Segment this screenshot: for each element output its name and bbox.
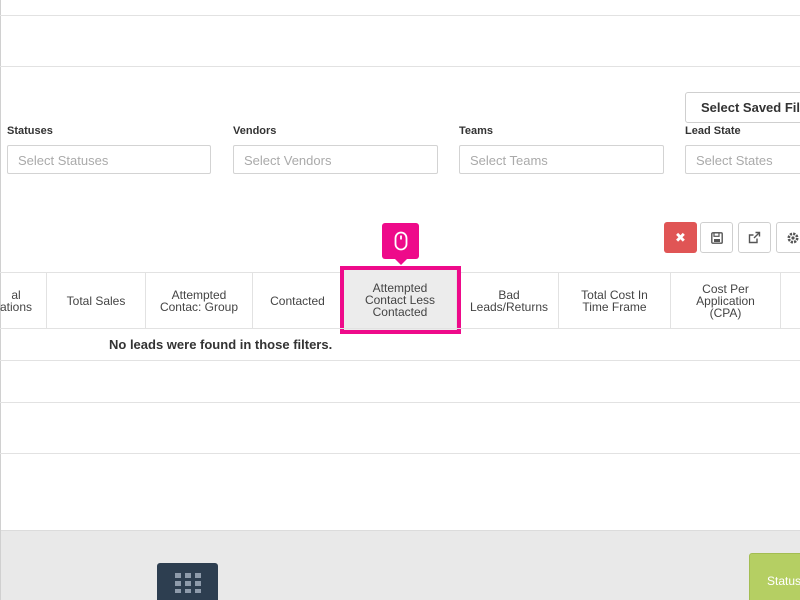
external-link-icon [748,231,761,244]
column-header-line: Contacted [270,293,325,308]
column-header-contacted[interactable]: Contacted [253,273,343,328]
mouse-icon [394,231,407,251]
column-header-cost-per-application[interactable]: Cost Per Application (CPA) [671,273,781,328]
column-header-bad-leads-returns[interactable]: Bad Leads/Returns [460,273,559,328]
select-saved-filter-button[interactable]: Select Saved Filt [685,92,800,123]
column-header-line: Application [696,293,755,308]
column-header-line: (CPA) [709,305,742,320]
column-header-line: Attempted [171,287,227,302]
column-header-attempted-contact-group[interactable]: Attempted Contac: Group [146,273,253,328]
column-header-line: al [11,287,21,302]
export-button[interactable] [738,222,771,253]
lead-state-label: Lead State [685,125,741,137]
statuses-select[interactable]: Select Statuses [7,145,211,174]
column-header-line: Leads/Returns [469,299,549,314]
table-divider-3 [0,453,800,454]
teams-label: Teams [459,125,494,137]
column-header-total-sales[interactable]: Total Sales [47,273,146,328]
column-header-total-applications[interactable]: al ations [0,273,47,328]
status-tab[interactable]: Status [749,553,800,600]
column-header-line: Contac: Group [159,299,239,314]
mouse-click-indicator [382,223,419,259]
close-icon: ✖ [675,229,686,245]
save-icon [710,231,723,244]
column-header-line: Total Cost In [581,287,648,302]
vendors-label: Vendors [233,125,277,137]
column-header-line: ations [0,299,33,314]
column-header-line: Bad [498,287,520,302]
footer-bar [1,530,800,600]
vendors-select[interactable]: Select Vendors [233,145,438,174]
statuses-label: Statuses [7,125,53,137]
table-divider-2 [0,402,800,403]
mouse-indicator-pointer [395,259,407,265]
divider-top [0,15,800,16]
save-filter-button[interactable] [700,222,733,253]
table-header-bottom-border [0,328,800,329]
table-divider-1 [0,360,800,361]
settings-button[interactable] [776,222,800,253]
column-header-line: Total Sales [66,293,126,308]
column-header-line: Contacted [372,305,428,319]
column-header-line: Time Frame [582,299,647,314]
clear-filters-button[interactable]: ✖ [664,222,697,253]
teams-select[interactable]: Select Teams [459,145,664,174]
column-header-line: Cost Per [702,281,749,296]
empty-table-message: No leads were found in those filters. [109,337,333,352]
apps-grid-button[interactable] [157,563,218,600]
gear-icon [787,232,798,243]
divider-header [0,66,800,67]
column-header-attempted-contact-less-contacted[interactable]: Attempted Contact Less Contacted [340,266,461,334]
lead-state-select[interactable]: Select States [685,145,800,174]
grid-icon [174,573,201,593]
column-header-total-cost-in-time-frame[interactable]: Total Cost In Time Frame [559,273,671,328]
